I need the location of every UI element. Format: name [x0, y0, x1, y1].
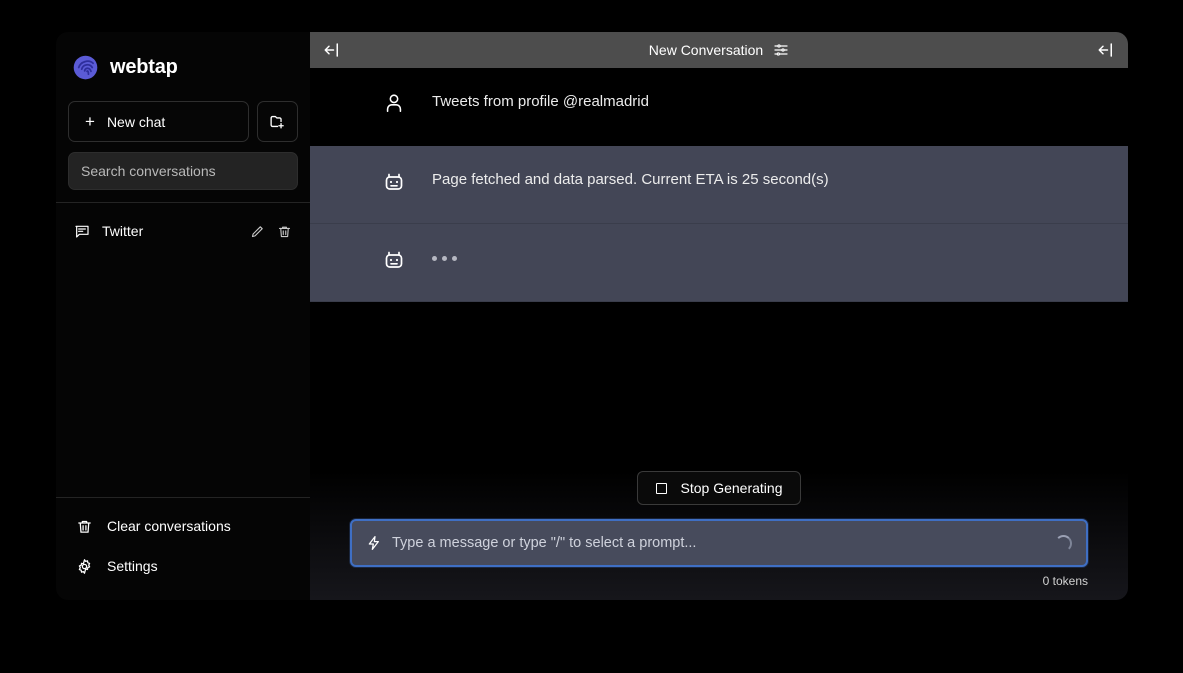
composer: Stop Generating 0 tokens — [310, 471, 1128, 600]
sidebar-footer: Clear conversations Settings — [56, 497, 310, 600]
conversation-list: Twitter — [56, 203, 310, 497]
plus-icon: + — [85, 113, 95, 130]
pencil-icon — [250, 224, 265, 239]
stop-square-icon — [656, 483, 667, 494]
collapse-left-sidebar-button[interactable] — [322, 41, 342, 59]
lightning-bolt-glyph — [366, 534, 382, 552]
assistant-avatar — [382, 246, 406, 271]
trash-icon — [277, 224, 292, 239]
stop-generating-label: Stop Generating — [681, 480, 783, 496]
gear-icon — [76, 558, 93, 575]
search-input[interactable] — [68, 152, 298, 190]
new-folder-button[interactable] — [257, 101, 298, 142]
sidebar-top-actions: + New chat — [56, 101, 310, 142]
loading-spinner-icon — [1055, 535, 1072, 552]
stop-generating-row: Stop Generating — [350, 471, 1088, 519]
new-chat-label: New chat — [107, 114, 165, 130]
stop-generating-button[interactable]: Stop Generating — [637, 471, 802, 505]
message-input[interactable] — [392, 521, 1047, 565]
message-assistant-loading — [310, 224, 1128, 302]
typing-dot — [432, 256, 437, 261]
user-avatar — [382, 90, 406, 115]
message-input-wrap[interactable] — [350, 519, 1088, 567]
trash-icon — [76, 518, 93, 535]
token-row: 0 tokens — [350, 567, 1088, 588]
spiral-logo-icon — [72, 54, 99, 81]
chat-bubble-icon — [74, 223, 90, 239]
sliders-icon — [773, 42, 789, 58]
app-window: webtap + New chat — [56, 32, 1128, 600]
assistant-avatar — [382, 168, 406, 193]
robot-icon — [382, 247, 406, 271]
clear-conversations-button[interactable]: Clear conversations — [68, 506, 298, 546]
edit-conversation-button[interactable] — [250, 224, 265, 239]
token-count: 0 tokens — [1043, 574, 1088, 588]
message-text: Tweets from profile @realmadrid — [432, 90, 649, 113]
message-assistant: Page fetched and data parsed. Current ET… — [310, 146, 1128, 224]
message-list: Tweets from profile @realmadrid Page fet… — [310, 68, 1128, 471]
topbar-title-wrap: New Conversation — [310, 42, 1128, 58]
conversation-actions — [250, 224, 292, 239]
settings-label: Settings — [107, 558, 158, 574]
main-panel: New Conversation — [310, 32, 1128, 600]
brand: webtap — [56, 32, 310, 97]
page-title: New Conversation — [649, 42, 763, 58]
conversation-topbar: New Conversation — [310, 32, 1128, 68]
clear-conversations-label: Clear conversations — [107, 518, 231, 534]
robot-icon — [382, 169, 406, 193]
arrow-left-to-bar-icon — [1096, 41, 1116, 59]
lightning-bolt-icon[interactable] — [366, 534, 382, 552]
person-icon — [383, 91, 405, 115]
typing-dot — [442, 256, 447, 261]
brand-name: webtap — [110, 56, 178, 79]
folder-plus-icon — [269, 113, 286, 130]
new-chat-button[interactable]: + New chat — [68, 101, 249, 142]
list-item[interactable]: Twitter — [68, 213, 298, 249]
arrow-left-to-bar-icon — [322, 41, 342, 59]
delete-conversation-button[interactable] — [277, 224, 292, 239]
collapse-right-panel-button[interactable] — [1096, 41, 1116, 59]
conversation-settings-button[interactable] — [773, 42, 789, 58]
search-conversations-wrap — [56, 142, 310, 190]
settings-button[interactable]: Settings — [68, 546, 298, 586]
typing-dot — [452, 256, 457, 261]
conversation-title: Twitter — [102, 223, 238, 239]
sidebar: webtap + New chat — [56, 32, 310, 600]
message-user: Tweets from profile @realmadrid — [310, 68, 1128, 146]
typing-indicator — [432, 246, 457, 261]
message-text: Page fetched and data parsed. Current ET… — [432, 168, 829, 191]
